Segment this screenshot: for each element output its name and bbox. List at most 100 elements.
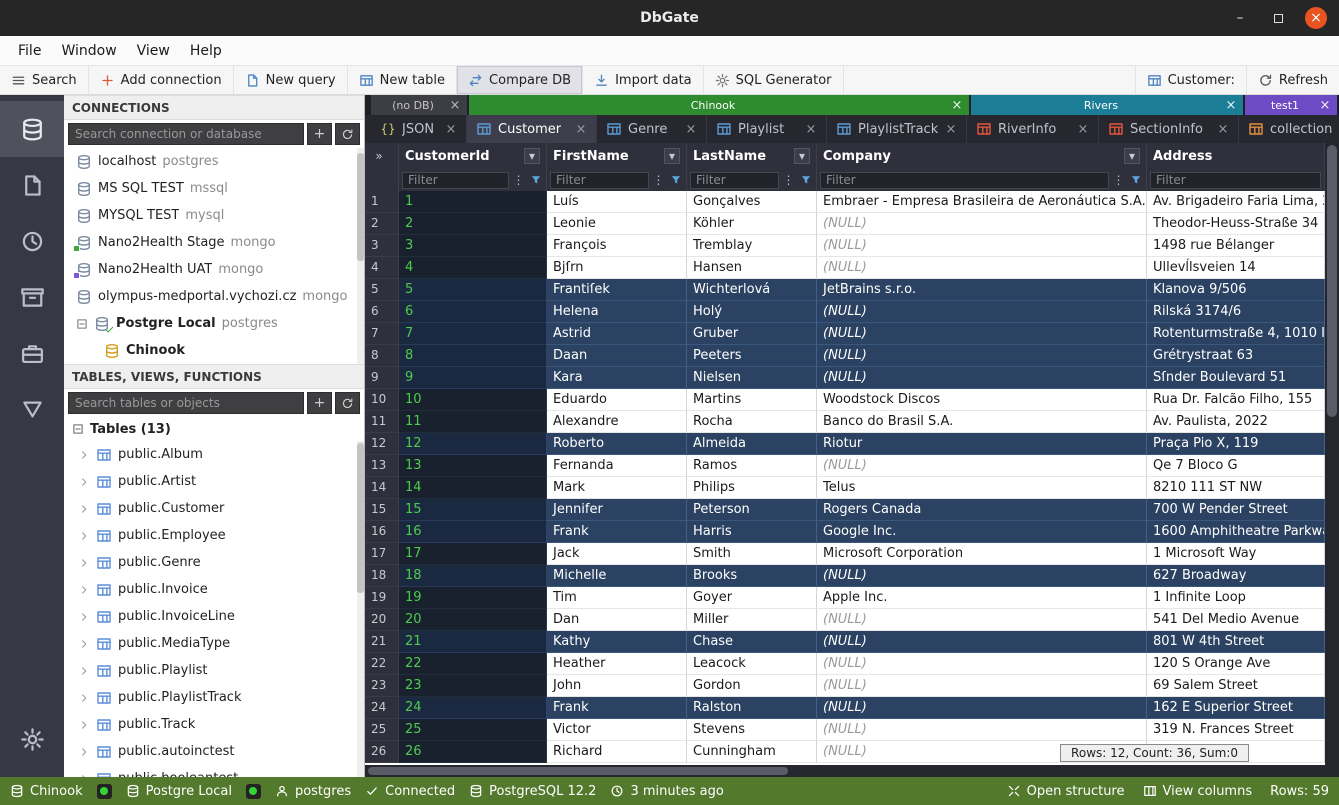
file-tab-customer[interactable]: Customer× bbox=[467, 115, 597, 143]
filter-input-firstname[interactable] bbox=[550, 172, 649, 189]
filter-input-lastname[interactable] bbox=[690, 172, 779, 189]
table-row-20[interactable]: 2020DanMiller(NULL)541 Del Medio Avenue bbox=[365, 609, 1325, 631]
menu-item-view[interactable]: View bbox=[127, 40, 180, 62]
table-row-22[interactable]: 2222HeatherLeacock(NULL)120 S Orange Ave bbox=[365, 653, 1325, 675]
cell-address[interactable]: 8210 111 ST NW bbox=[1147, 477, 1325, 499]
cell-lastname[interactable]: Rocha bbox=[687, 411, 817, 433]
close-tab-icon[interactable]: × bbox=[1319, 98, 1331, 112]
cell-company[interactable]: (NULL) bbox=[817, 697, 1147, 719]
table-row-24[interactable]: 2424FrankRalston(NULL)162 E Superior Str… bbox=[365, 697, 1325, 719]
table-row-21[interactable]: 2121KathyChase(NULL)801 W 4th Street bbox=[365, 631, 1325, 653]
cell-company[interactable]: Riotur bbox=[817, 433, 1147, 455]
close-tab-icon[interactable]: × bbox=[575, 122, 587, 136]
cell-customerid[interactable]: 6 bbox=[399, 301, 547, 323]
cell-address[interactable]: 120 S Orange Ave bbox=[1147, 653, 1325, 675]
cell-customerid[interactable]: 14 bbox=[399, 477, 547, 499]
table-row-6[interactable]: 66HelenaHolý(NULL)Rilská 3174/6 bbox=[365, 301, 1325, 323]
table-item-public-track[interactable]: public.Track bbox=[64, 711, 364, 738]
toolbar-add-connection-button[interactable]: Add connection bbox=[89, 66, 234, 94]
cell-company[interactable]: Google Inc. bbox=[817, 521, 1147, 543]
cell-lastname[interactable]: Almeida bbox=[687, 433, 817, 455]
refresh-connections-button[interactable] bbox=[335, 123, 360, 145]
cell-company[interactable]: Embraer - Empresa Brasileira de Aeronáut… bbox=[817, 191, 1147, 213]
table-row-3[interactable]: 33FrançoisTremblay(NULL)1498 rue Bélange… bbox=[365, 235, 1325, 257]
cell-address[interactable]: 319 N. Frances Street bbox=[1147, 719, 1325, 741]
cell-lastname[interactable]: Brooks bbox=[687, 565, 817, 587]
table-item-public-invoiceline[interactable]: public.InvoiceLine bbox=[64, 603, 364, 630]
close-tab-icon[interactable]: × bbox=[685, 122, 697, 136]
cell-address[interactable]: Av. Brigadeiro Faria Lima, 2170 bbox=[1147, 191, 1325, 213]
cell-lastname[interactable]: Gordon bbox=[687, 675, 817, 697]
sidebar-archive-button[interactable] bbox=[0, 269, 64, 325]
file-tab-playlisttrack[interactable]: PlaylistTrack× bbox=[827, 115, 967, 143]
toolbar-sql-generator-button[interactable]: SQL Generator bbox=[704, 66, 844, 94]
cell-lastname[interactable]: Smith bbox=[687, 543, 817, 565]
cell-customerid[interactable]: 1 bbox=[399, 191, 547, 213]
cell-customerid[interactable]: 19 bbox=[399, 587, 547, 609]
minimize-button[interactable]: – bbox=[1229, 7, 1251, 29]
table-row-8[interactable]: 88DaanPeeters(NULL)Grétrystraat 63 bbox=[365, 345, 1325, 367]
sidebar-filter-button[interactable] bbox=[0, 381, 64, 437]
menu-item-window[interactable]: Window bbox=[51, 40, 126, 62]
cell-address[interactable]: Qe 7 Bloco G bbox=[1147, 455, 1325, 477]
table-item-public-album[interactable]: public.Album bbox=[64, 441, 364, 468]
file-tab-collection[interactable]: collection× bbox=[1239, 115, 1339, 143]
cell-firstname[interactable]: Heather bbox=[547, 653, 687, 675]
cell-customerid[interactable]: 25 bbox=[399, 719, 547, 741]
filter-funnel-button[interactable] bbox=[798, 172, 813, 189]
connection-olympus-medportal-vychozi-cz[interactable]: olympus-medportal.vychozi.czmongo bbox=[64, 283, 364, 310]
table-row-2[interactable]: 22LeonieKöhler(NULL)Theodor-Heuss-Straße… bbox=[365, 213, 1325, 235]
cell-company[interactable]: (NULL) bbox=[817, 653, 1147, 675]
cell-lastname[interactable]: Ramos bbox=[687, 455, 817, 477]
cell-address[interactable]: Ullevĺlsveien 14 bbox=[1147, 257, 1325, 279]
cell-lastname[interactable]: Martins bbox=[687, 389, 817, 411]
cell-firstname[interactable]: Victor bbox=[547, 719, 687, 741]
cell-address[interactable]: Rua Dr. Falcão Filho, 155 bbox=[1147, 389, 1325, 411]
cell-firstname[interactable]: Tim bbox=[547, 587, 687, 609]
cell-address[interactable]: 69 Salem Street bbox=[1147, 675, 1325, 697]
table-item-public-employee[interactable]: public.Employee bbox=[64, 522, 364, 549]
cell-company[interactable]: (NULL) bbox=[817, 675, 1147, 697]
status-postgre-local[interactable]: Postgre Local bbox=[126, 784, 232, 799]
cell-customerid[interactable]: 23 bbox=[399, 675, 547, 697]
table-item-public-genre[interactable]: public.Genre bbox=[64, 549, 364, 576]
column-menu-button[interactable]: ▾ bbox=[1124, 148, 1140, 164]
cell-firstname[interactable]: Michelle bbox=[547, 565, 687, 587]
table-row-12[interactable]: 1212RobertoAlmeidaRioturPraça Pio X, 119 bbox=[365, 433, 1325, 455]
close-tab-icon[interactable]: × bbox=[945, 122, 957, 136]
vertical-scrollbar-thumb[interactable] bbox=[1327, 145, 1337, 417]
cell-lastname[interactable]: Nielsen bbox=[687, 367, 817, 389]
cell-firstname[interactable]: Dan bbox=[547, 609, 687, 631]
cell-firstname[interactable]: Kara bbox=[547, 367, 687, 389]
filter-input-company[interactable] bbox=[820, 172, 1109, 189]
cell-customerid[interactable]: 12 bbox=[399, 433, 547, 455]
cell-address[interactable]: 700 W Pender Street bbox=[1147, 499, 1325, 521]
sidebar-settings-button[interactable] bbox=[0, 711, 64, 767]
cell-lastname[interactable]: Philips bbox=[687, 477, 817, 499]
cell-customerid[interactable]: 24 bbox=[399, 697, 547, 719]
filter-input-address[interactable] bbox=[1150, 172, 1321, 189]
toolbar-customer-button[interactable]: Customer: bbox=[1135, 66, 1246, 94]
toolbar-search-button[interactable]: Search bbox=[0, 66, 89, 94]
cell-company[interactable]: Woodstock Discos bbox=[817, 389, 1147, 411]
maximize-button[interactable] bbox=[1267, 7, 1289, 29]
table-row-1[interactable]: 11LuísGonçalvesEmbraer - Empresa Brasile… bbox=[365, 191, 1325, 213]
cell-customerid[interactable]: 4 bbox=[399, 257, 547, 279]
cell-customerid[interactable]: 5 bbox=[399, 279, 547, 301]
cell-address[interactable]: 1 Infinite Loop bbox=[1147, 587, 1325, 609]
table-row-15[interactable]: 1515JenniferPetersonRogers Canada700 W P… bbox=[365, 499, 1325, 521]
cell-address[interactable]: 627 Broadway bbox=[1147, 565, 1325, 587]
status-chinook[interactable]: Chinook bbox=[10, 784, 83, 799]
connections-search-input[interactable] bbox=[68, 123, 304, 145]
add-table-small-button[interactable]: + bbox=[307, 392, 332, 414]
status-postgres[interactable]: postgres bbox=[275, 784, 351, 799]
column-menu-button[interactable]: ▾ bbox=[524, 148, 540, 164]
cell-company[interactable]: Telus bbox=[817, 477, 1147, 499]
connection-chinook[interactable]: Chinook bbox=[64, 337, 364, 364]
column-header-address[interactable]: Address bbox=[1147, 143, 1325, 169]
cell-address[interactable]: 162 E Superior Street bbox=[1147, 697, 1325, 719]
column-menu-button[interactable]: ▾ bbox=[794, 148, 810, 164]
cell-firstname[interactable]: Leonie bbox=[547, 213, 687, 235]
table-row-17[interactable]: 1717JackSmithMicrosoft Corporation1 Micr… bbox=[365, 543, 1325, 565]
cell-company[interactable]: Apple Inc. bbox=[817, 587, 1147, 609]
